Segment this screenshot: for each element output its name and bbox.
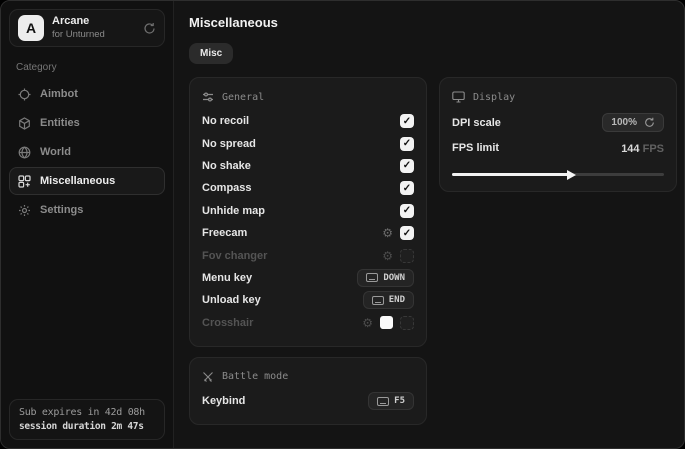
- left-column: General No recoil ✓ No spread ✓ No shake…: [189, 77, 427, 425]
- freecam-settings-gear-icon[interactable]: ⚙: [382, 227, 393, 239]
- sidebar: A Arcane for Unturned Category Aimbot: [1, 1, 174, 448]
- fps-limit-row: FPS limit 144 FPS: [452, 135, 664, 160]
- menu-key-button[interactable]: DOWN: [357, 269, 414, 287]
- fov-changer-settings-gear-icon[interactable]: ⚙: [382, 250, 393, 262]
- entities-icon: [18, 117, 31, 130]
- crosshair-checkbox[interactable]: [400, 316, 414, 330]
- fps-limit-value: 144 FPS: [621, 139, 664, 157]
- keybind-row-menu-key: Menu key DOWN: [202, 267, 414, 289]
- keybind-row-unload-key: Unload key END: [202, 289, 414, 311]
- sidebar-item-label: World: [40, 146, 71, 158]
- sidebar-item-aimbot[interactable]: Aimbot: [9, 80, 165, 108]
- dpi-scale-row: DPI scale 100%: [452, 110, 664, 135]
- brand-subtitle: for Unturned: [52, 29, 105, 41]
- app-logo: A: [18, 15, 44, 41]
- freecam-checkbox[interactable]: ✓: [400, 226, 414, 240]
- sidebar-item-label: Aimbot: [40, 88, 78, 100]
- display-panel-title: Display: [473, 92, 515, 103]
- gear-icon: [18, 204, 31, 217]
- sidebar-item-label: Entities: [40, 117, 80, 129]
- general-panel: General No recoil ✓ No spread ✓ No shake…: [189, 77, 427, 347]
- tab-bar: Misc: [189, 43, 677, 64]
- toggle-row-fov-changer: Fov changer ⚙: [202, 244, 414, 266]
- crosshair-color-swatch[interactable]: [380, 316, 393, 329]
- keyboard-icon: [377, 397, 389, 406]
- display-panel-header: Display: [452, 88, 664, 106]
- keybind-row-battle-keybind: Keybind F5: [202, 390, 414, 412]
- sidebar-item-entities[interactable]: Entities: [9, 109, 165, 137]
- swords-icon: [202, 371, 214, 383]
- refresh-icon[interactable]: [143, 22, 156, 35]
- brand-card: A Arcane for Unturned: [9, 9, 165, 47]
- dpi-scale-button[interactable]: 100%: [602, 113, 664, 132]
- category-label: Category: [16, 62, 158, 73]
- fps-limit-slider[interactable]: [452, 169, 664, 179]
- general-panel-header: General: [202, 88, 414, 106]
- sidebar-item-world[interactable]: World: [9, 138, 165, 166]
- tab-misc[interactable]: Misc: [189, 43, 233, 64]
- keyboard-icon: [372, 296, 384, 305]
- subscription-card: Sub expires in 42d 08h session duration …: [9, 399, 165, 440]
- globe-icon: [18, 146, 31, 159]
- brand-title: Arcane: [52, 15, 105, 29]
- grid-icon: [18, 175, 31, 188]
- slider-thumb[interactable]: [567, 170, 576, 180]
- brand-text: Arcane for Unturned: [52, 15, 105, 41]
- battle-mode-panel-header: Battle mode: [202, 368, 414, 386]
- keyboard-icon: [366, 273, 378, 282]
- toggle-row-no-shake: No shake ✓: [202, 155, 414, 177]
- compass-checkbox[interactable]: ✓: [400, 181, 414, 195]
- toggle-row-unhide-map: Unhide map ✓: [202, 200, 414, 222]
- crosshair-settings-gear-icon[interactable]: ⚙: [362, 317, 373, 329]
- unhide-map-checkbox[interactable]: ✓: [400, 204, 414, 218]
- toggle-row-freecam: Freecam ⚙ ✓: [202, 222, 414, 244]
- battle-keybind-button[interactable]: F5: [368, 392, 414, 410]
- toggle-row-crosshair: Crosshair ⚙: [202, 312, 414, 334]
- no-shake-checkbox[interactable]: ✓: [400, 159, 414, 173]
- panels-area: General No recoil ✓ No spread ✓ No shake…: [189, 77, 677, 425]
- session-duration-text: session duration 2m 47s: [19, 421, 155, 432]
- sub-expires-text: Sub expires in 42d 08h: [19, 407, 155, 418]
- general-panel-title: General: [222, 92, 264, 103]
- no-recoil-checkbox[interactable]: ✓: [400, 114, 414, 128]
- slider-fill: [452, 173, 569, 176]
- monitor-icon: [452, 91, 465, 103]
- unload-key-button[interactable]: END: [363, 291, 414, 309]
- app-window: A Arcane for Unturned Category Aimbot: [0, 0, 685, 449]
- sidebar-item-label: Settings: [40, 204, 83, 216]
- display-panel: Display DPI scale 100%: [439, 77, 677, 192]
- sliders-icon: [202, 91, 214, 103]
- battle-mode-panel: Battle mode Keybind F5: [189, 357, 427, 425]
- sidebar-nav: Aimbot Entities World: [9, 80, 165, 224]
- battle-mode-panel-title: Battle mode: [222, 371, 288, 382]
- no-spread-checkbox[interactable]: ✓: [400, 137, 414, 151]
- fov-changer-checkbox[interactable]: [400, 249, 414, 263]
- sidebar-item-settings[interactable]: Settings: [9, 196, 165, 224]
- crosshair-icon: [18, 88, 31, 101]
- right-column: Display DPI scale 100%: [439, 77, 677, 192]
- sidebar-item-miscellaneous[interactable]: Miscellaneous: [9, 167, 165, 195]
- page-title: Miscellaneous: [189, 15, 677, 30]
- toggle-row-compass: Compass ✓: [202, 177, 414, 199]
- main-content: Miscellaneous Misc General: [174, 1, 685, 448]
- toggle-row-no-spread: No spread ✓: [202, 132, 414, 154]
- reset-icon: [644, 117, 655, 128]
- sidebar-item-label: Miscellaneous: [40, 175, 115, 187]
- toggle-row-no-recoil: No recoil ✓: [202, 110, 414, 132]
